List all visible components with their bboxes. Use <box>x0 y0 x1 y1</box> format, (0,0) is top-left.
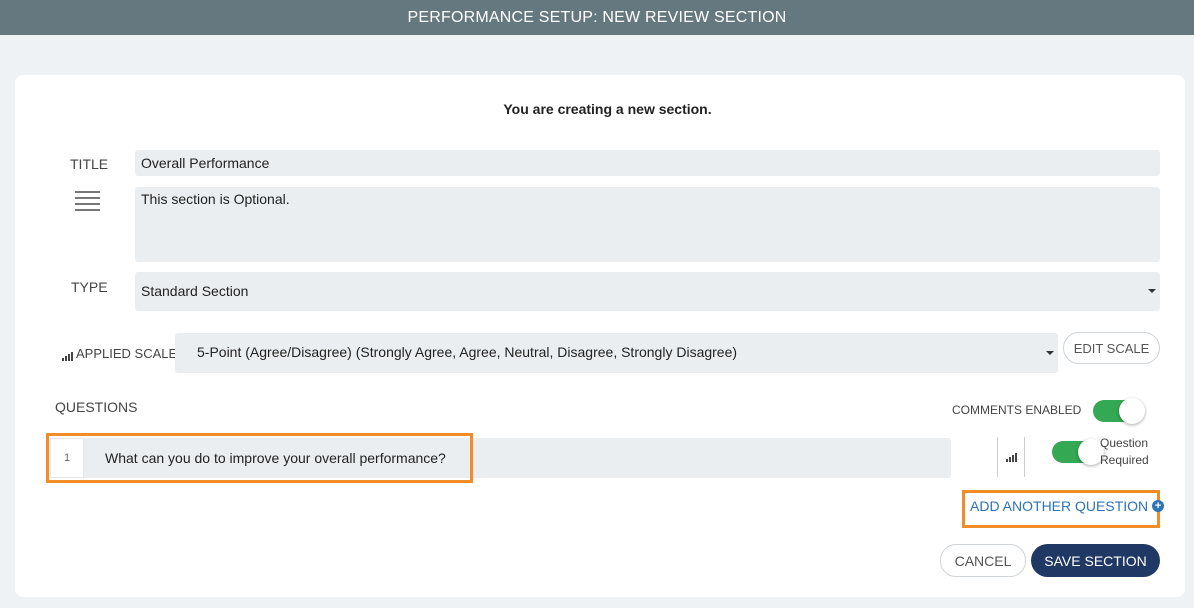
chevron-down-icon <box>1148 289 1156 293</box>
save-section-button[interactable]: SAVE SECTION <box>1031 544 1160 577</box>
questions-label: QUESTIONS <box>55 399 138 415</box>
applied-scale-label-group: APPLIED SCALE <box>62 346 177 361</box>
plus-circle-icon: + <box>1152 500 1165 512</box>
type-select[interactable]: Standard Section <box>135 272 1160 311</box>
cancel-label: CANCEL <box>954 552 1012 569</box>
type-label: TYPE <box>71 279 108 295</box>
save-section-label: SAVE SECTION <box>1044 552 1147 569</box>
menu-lines-icon <box>75 191 100 215</box>
scale-select[interactable]: 5-Point (Agree/Disagree) (Strongly Agree… <box>175 333 1058 373</box>
question-required-toggle[interactable] <box>1052 439 1104 465</box>
question-required-line1: Question <box>1100 436 1149 450</box>
cancel-button[interactable]: CANCEL <box>940 544 1026 577</box>
comments-enabled-toggle[interactable] <box>1093 398 1145 424</box>
page-header: PERFORMANCE SETUP: NEW REVIEW SECTION <box>0 0 1194 35</box>
applied-scale-label: APPLIED SCALE <box>76 346 178 361</box>
add-question-label: ADD ANOTHER QUESTION <box>970 498 1149 514</box>
signal-bars-icon <box>62 352 73 361</box>
title-label: TITLE <box>70 156 109 172</box>
form-heading: You are creating a new section. <box>503 101 712 117</box>
question-required-line2: Required <box>1100 453 1149 467</box>
description-value: This section is Optional. <box>141 191 290 207</box>
add-question-link[interactable]: ADD ANOTHER QUESTION + <box>970 498 1165 514</box>
description-textarea[interactable]: This section is Optional. <box>135 187 1160 262</box>
title-input[interactable]: Overall Performance <box>135 150 1160 176</box>
title-input-value: Overall Performance <box>141 155 270 171</box>
edit-scale-label: EDIT SCALE <box>1073 340 1150 356</box>
chevron-down-icon <box>1046 351 1054 355</box>
question-required-label: Question Required <box>1100 435 1149 469</box>
section-form-card: You are creating a new section. TITLE Ov… <box>15 75 1185 597</box>
question-scale-button[interactable] <box>997 437 1025 477</box>
scale-select-value: 5-Point (Agree/Disagree) (Strongly Agree… <box>197 344 738 360</box>
page-title: PERFORMANCE SETUP: NEW REVIEW SECTION <box>407 8 787 26</box>
edit-scale-button[interactable]: EDIT SCALE <box>1063 332 1160 364</box>
question-highlight <box>46 433 473 483</box>
signal-bars-icon <box>1005 452 1017 462</box>
type-select-value: Standard Section <box>141 283 249 299</box>
toggle-knob <box>1119 398 1145 424</box>
comments-enabled-label: COMMENTS ENABLED <box>952 403 1082 417</box>
